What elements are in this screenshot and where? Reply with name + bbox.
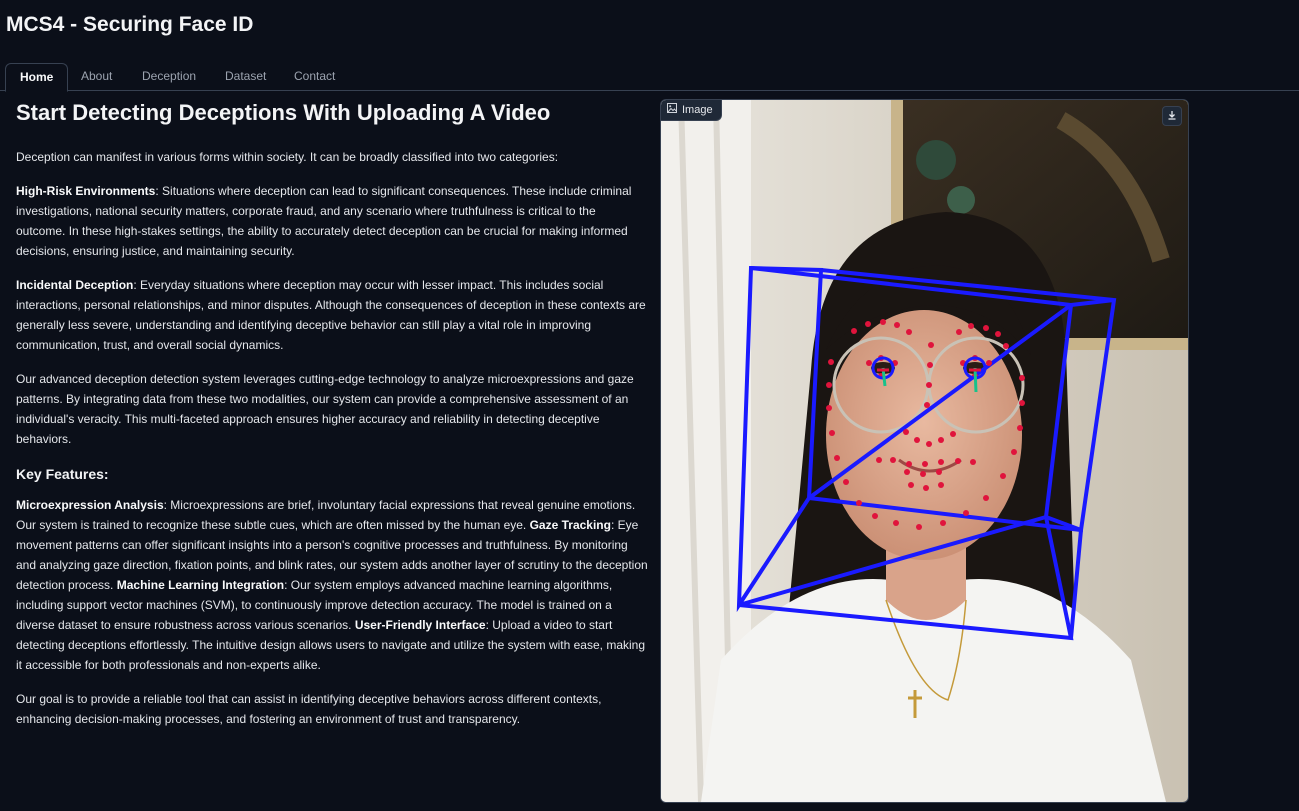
tab-bar: Home About Deception Dataset Contact — [0, 63, 1299, 92]
key-features-heading: Key Features: — [16, 466, 109, 482]
tab-about[interactable]: About — [67, 63, 126, 89]
system-paragraph: Our advanced deception detection system … — [16, 372, 634, 446]
incidental-paragraph: Incidental Deception: Everyday situation… — [16, 275, 648, 355]
goal-paragraph: Our goal is to provide a reliable tool t… — [16, 692, 602, 726]
download-button[interactable] — [1162, 106, 1182, 126]
face-detection-image — [661, 100, 1188, 802]
tab-contact[interactable]: Contact — [280, 63, 349, 89]
download-icon — [1167, 107, 1177, 125]
tab-home[interactable]: Home — [5, 63, 69, 92]
incidental-term: Incidental Deception — [16, 278, 134, 292]
high-risk-paragraph: High-Risk Environments: Situations where… — [16, 181, 648, 261]
intro-paragraph: Deception can manifest in various forms … — [16, 150, 559, 164]
gaze-term: Gaze Tracking — [529, 518, 611, 532]
app-title: MCS4 - Securing Face ID — [6, 13, 254, 36]
image-icon — [667, 100, 677, 120]
page-heading: Start Detecting Deceptions With Uploadin… — [16, 100, 551, 125]
features-paragraph: Microexpression Analysis: Microexpressio… — [16, 495, 648, 675]
image-label: Image — [661, 100, 722, 121]
ml-term: Machine Learning Integration — [116, 578, 285, 592]
microexpression-term: Microexpression Analysis — [16, 498, 164, 512]
high-risk-term: High-Risk Environments — [16, 184, 156, 198]
image-output-panel: Image — [660, 99, 1189, 803]
tab-dataset[interactable]: Dataset — [211, 63, 280, 89]
tab-deception[interactable]: Deception — [128, 63, 210, 89]
home-content: Start Detecting Deceptions With Uploadin… — [16, 97, 648, 743]
ui-term: User-Friendly Interface — [354, 618, 486, 632]
image-label-text: Image — [682, 104, 713, 116]
